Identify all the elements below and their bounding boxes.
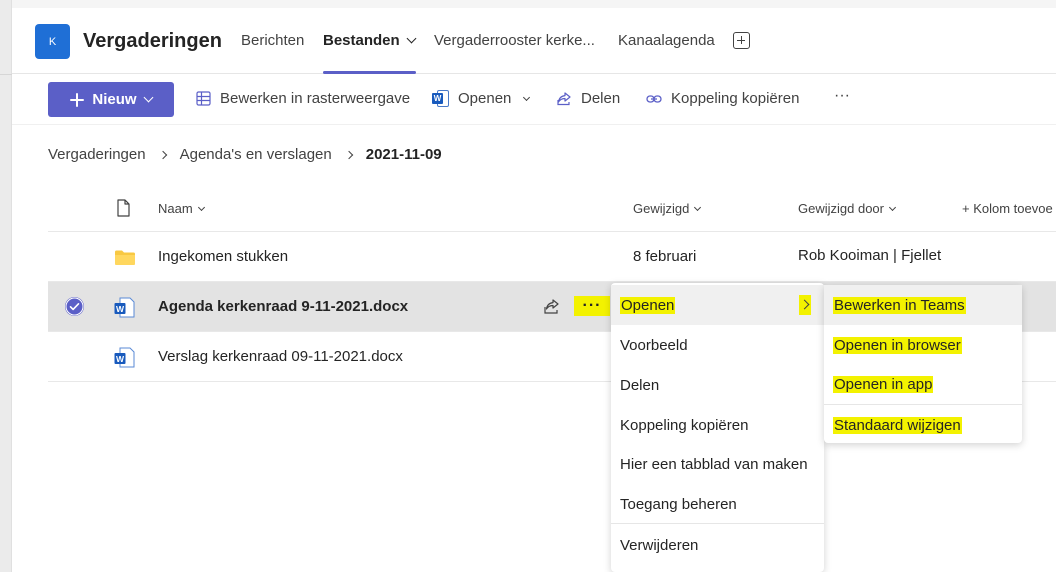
chevron-down-icon: [197, 203, 205, 211]
menu-item-label: Verwijderen: [620, 537, 699, 554]
main-pane: K Vergaderingen Berichten Bestanden Verg…: [12, 0, 1056, 572]
menu-item-label: Openen: [620, 297, 676, 314]
svg-text:W: W: [116, 354, 125, 364]
menu-item-label: Delen: [620, 377, 660, 394]
menu-item-verwijderen[interactable]: Verwijderen: [611, 525, 824, 565]
word-file-icon: W: [114, 297, 135, 318]
row-more-label: ···: [582, 297, 602, 314]
column-header-name[interactable]: Naam: [158, 201, 205, 216]
submenu-item-open-in-browser[interactable]: Openen in browser: [824, 325, 1022, 365]
file-name[interactable]: Agenda kerkenraad 9-11-2021.docx: [158, 298, 408, 315]
menu-item-openen[interactable]: Openen: [611, 285, 824, 325]
menu-item-koppeling-kopieren[interactable]: Koppeling kopiëren: [611, 405, 824, 445]
svg-text:W: W: [116, 304, 125, 314]
open-button[interactable]: W Openen: [432, 90, 531, 107]
tab-label: Kanaalagenda: [618, 32, 715, 49]
file-modified: 8 februari: [633, 248, 697, 265]
chevron-down-icon: [406, 33, 417, 44]
grid-icon: [196, 91, 211, 106]
menu-item-label: Toegang beheren: [620, 496, 737, 513]
tab-kanaalagenda[interactable]: Kanaalagenda: [618, 32, 715, 49]
table-row[interactable]: Ingekomen stukken 8 februari Rob Kooiman…: [48, 232, 1056, 282]
column-label: Naam: [158, 201, 193, 216]
file-modified-by: Rob Kooiman | Fjellet: [798, 247, 942, 264]
share-icon: [557, 91, 571, 105]
column-label: Gewijzigd door: [798, 201, 884, 216]
channel-header: K Vergaderingen Berichten Bestanden Verg…: [12, 8, 1056, 74]
new-button[interactable]: Nieuw: [48, 82, 174, 117]
add-tab-icon[interactable]: [733, 32, 750, 49]
plus-icon: [70, 92, 85, 107]
tab-bestanden[interactable]: Bestanden: [323, 32, 417, 49]
tab-vergaderrooster[interactable]: Vergaderrooster kerke...: [434, 32, 595, 49]
breadcrumb-item[interactable]: Vergaderingen: [48, 146, 146, 163]
selected-check-icon[interactable]: [65, 297, 84, 316]
left-app-rail: [0, 0, 12, 572]
edit-grid-view-button[interactable]: Bewerken in rasterweergave: [196, 90, 410, 107]
chevron-right-icon: [799, 295, 811, 315]
menu-item-voorbeeld[interactable]: Voorbeeld: [611, 325, 824, 365]
edit-grid-view-label: Bewerken in rasterweergave: [220, 90, 411, 107]
add-column-label: + Kolom toevoe: [962, 201, 1053, 216]
chevron-right-icon: [158, 150, 167, 159]
submenu-item-open-in-app[interactable]: Openen in app: [824, 364, 1022, 404]
menu-item-label: Koppeling kopiëren: [620, 417, 749, 434]
menu-item-toegang-beheren[interactable]: Toegang beheren: [611, 484, 824, 524]
chevron-down-icon: [694, 203, 702, 211]
copy-link-label: Koppeling kopiëren: [671, 90, 800, 107]
context-menu: Openen Voorbeeld Delen Koppeling kopiëre…: [611, 283, 824, 572]
submenu-item-label: Standaard wijzigen: [833, 417, 962, 434]
menu-item-label: Hier een tabblad van maken: [620, 456, 808, 473]
copy-link-button[interactable]: Koppeling kopiëren: [646, 90, 799, 107]
menu-item-delen[interactable]: Delen: [611, 365, 824, 405]
word-file-icon: W: [114, 347, 135, 368]
share-button[interactable]: Delen: [556, 90, 620, 107]
top-strip: [12, 0, 1056, 8]
menu-item-label: Voorbeeld: [620, 337, 688, 354]
word-icon: W: [432, 90, 449, 107]
share-button-label: Delen: [581, 90, 621, 107]
tab-label: Bestanden: [323, 32, 400, 49]
submenu-item-label: Openen in app: [833, 376, 934, 393]
tab-berichten[interactable]: Berichten: [241, 32, 304, 49]
channel-title: Vergaderingen: [83, 30, 222, 52]
column-label: Gewijzigd: [633, 201, 690, 216]
breadcrumb-current: 2021-11-09: [365, 146, 442, 163]
new-button-label: Nieuw: [92, 91, 137, 108]
submenu-item-change-default[interactable]: Standaard wijzigen: [824, 405, 1022, 445]
submenu-item-label: Openen in browser: [833, 337, 962, 354]
rail-divider: [0, 74, 12, 75]
chevron-down-icon: [888, 203, 897, 211]
team-avatar-letter: K: [48, 35, 57, 48]
menu-divider: [611, 523, 824, 524]
file-name[interactable]: Verslag kerkenraad 09-11-2021.docx: [158, 348, 403, 365]
share-icon[interactable]: [542, 296, 562, 316]
column-header-modified[interactable]: Gewijzigd: [633, 201, 702, 216]
submenu-item-label: Bewerken in Teams: [833, 297, 966, 314]
chevron-right-icon: [344, 150, 353, 159]
folder-icon: [115, 250, 135, 265]
more-options-label: ···: [834, 87, 850, 104]
add-column-button[interactable]: + Kolom toevoe: [962, 201, 1053, 216]
open-button-label: Openen: [458, 90, 512, 107]
submenu-item-edit-in-teams[interactable]: Bewerken in Teams: [824, 285, 1022, 325]
column-header-modified-by[interactable]: Gewijzigd door: [798, 201, 897, 216]
chevron-down-icon: [523, 93, 531, 101]
file-type-icon[interactable]: [116, 199, 131, 217]
menu-item-tabblad[interactable]: Hier een tabblad van maken: [611, 444, 824, 484]
more-options-icon[interactable]: ···: [834, 87, 850, 105]
breadcrumb-item[interactable]: Agenda's en verslagen: [180, 146, 332, 163]
file-name[interactable]: Ingekomen stukken: [158, 248, 288, 265]
tab-label: Vergaderrooster kerke...: [434, 32, 595, 49]
tab-label: Berichten: [241, 32, 305, 49]
link-icon: [646, 94, 662, 103]
chevron-down-icon: [143, 92, 154, 103]
files-toolbar: Nieuw Bewerken in rasterweergave W Opene…: [12, 75, 1056, 125]
open-submenu: Bewerken in Teams Openen in browser Open…: [824, 285, 1022, 443]
row-more-options-icon[interactable]: ···: [574, 296, 610, 316]
breadcrumb: Vergaderingen Agenda's en verslagen 2021…: [48, 146, 442, 163]
team-avatar[interactable]: K: [35, 24, 70, 59]
active-tab-indicator: [323, 71, 416, 74]
